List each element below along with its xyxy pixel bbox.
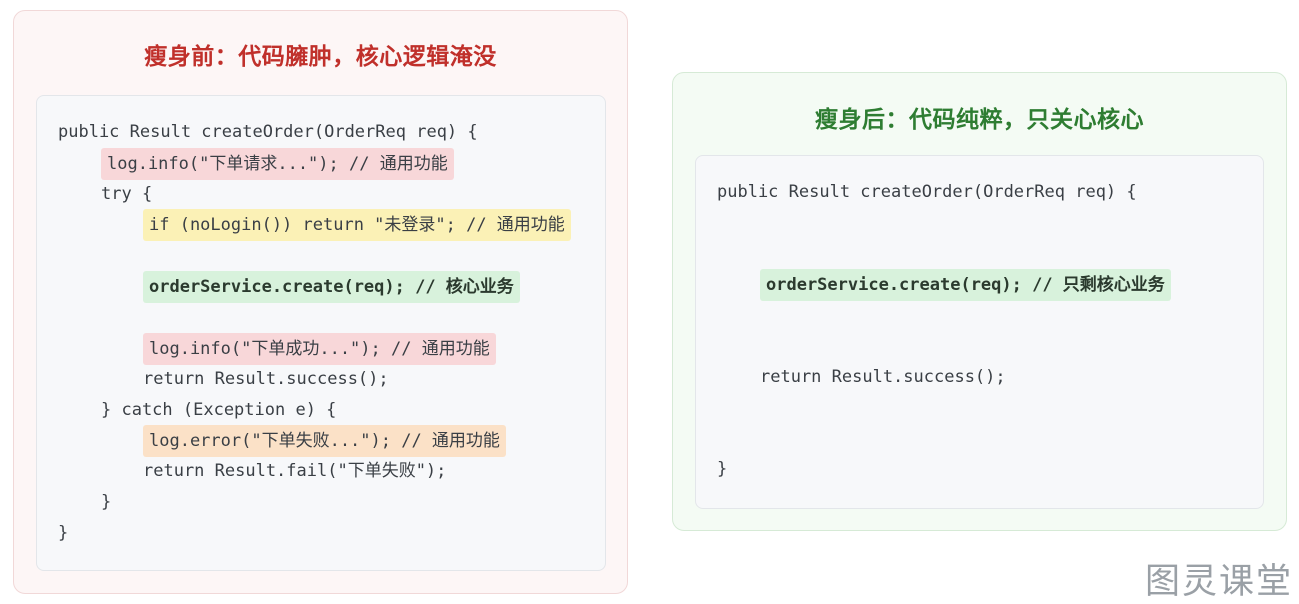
code-line-log-error: log.error("下单失败..."); // 通用功能 [143,425,506,457]
highlight-common-function: log.error("下单失败..."); // 通用功能 [143,425,506,457]
highlight-core-business: orderService.create(req); // 核心业务 [143,271,520,303]
after-panel: 瘦身后：代码纯粹，只关心核心 public Result createOrder… [672,72,1287,531]
code-line-return-fail: return Result.fail("下单失败"); [143,461,447,481]
code-line-return-success: return Result.success(); [143,369,389,389]
code-line-signature: public Result createOrder(OrderReq req) … [717,182,1137,202]
after-title: 瘦身后：代码纯粹，只关心核心 [815,107,1144,133]
code-line-log-request: log.info("下单请求..."); // 通用功能 [101,148,454,180]
code-line-core-business: orderService.create(req); // 只剩核心业务 [760,269,1171,301]
highlight-common-function: log.info("下单请求..."); // 通用功能 [101,148,454,180]
before-title: 瘦身前：代码臃肿，核心逻辑淹没 [144,44,497,70]
code-line-return-success: return Result.success(); [760,367,1006,387]
highlight-core-business: orderService.create(req); // 只剩核心业务 [760,269,1171,301]
code-line-log-success: log.info("下单成功..."); // 通用功能 [143,333,496,365]
watermark: 图灵课堂 [1145,562,1294,602]
code-line-close-catch: } [101,492,112,512]
highlight-common-function: if (noLogin()) return "未登录"; // 通用功能 [143,209,571,241]
code-line-close-method: } [58,523,69,543]
code-line-signature: public Result createOrder(OrderReq req) … [58,122,478,142]
highlight-common-function: log.info("下单成功..."); // 通用功能 [143,333,496,365]
before-code-block: public Result createOrder(OrderReq req) … [36,95,606,571]
code-line-catch: } catch (Exception e) { [101,400,337,420]
code-line-login-check: if (noLogin()) return "未登录"; // 通用功能 [143,209,571,241]
code-line-core-business: orderService.create(req); // 核心业务 [143,271,520,303]
code-line-try: try { [101,184,153,204]
code-line-close-method: } [717,459,728,479]
before-panel: 瘦身前：代码臃肿，核心逻辑淹没 public Result createOrde… [13,10,628,594]
after-code-block: public Result createOrder(OrderReq req) … [695,155,1264,509]
